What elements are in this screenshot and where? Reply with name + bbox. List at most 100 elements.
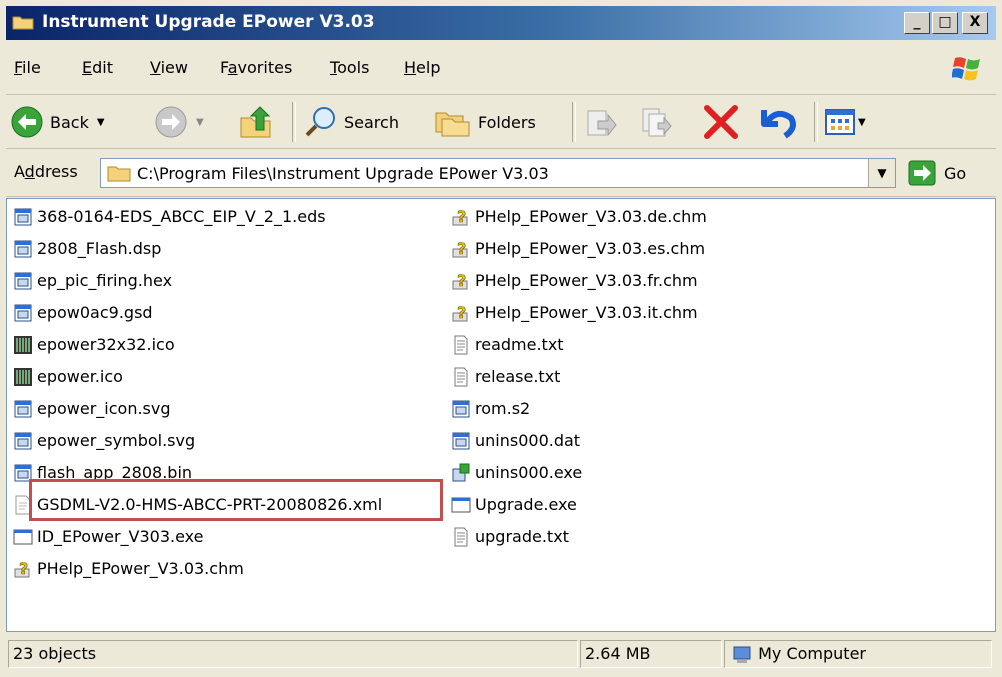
status-zone: My Computer: [724, 640, 992, 668]
go-arrow-icon: [908, 160, 936, 186]
back-dropdown-icon[interactable]: ▼: [97, 117, 105, 128]
toolbar: Back ▼ ▼ Search Folders ▼: [6, 96, 996, 149]
forward-arrow-icon: [155, 106, 187, 138]
svg-text:?: ?: [457, 303, 466, 322]
folders-button[interactable]: Folders: [434, 102, 536, 142]
file-name: 2808_Flash.dsp: [37, 239, 162, 258]
file-item[interactable]: epower32x32.ico: [13, 329, 175, 360]
address-dropdown-button[interactable]: ▼: [868, 159, 895, 187]
file-item[interactable]: ? PHelp_EPower_V3.03.de.chm: [451, 201, 707, 232]
folders-icon: [435, 112, 470, 137]
menu-edit[interactable]: Edit: [82, 58, 113, 77]
file-item[interactable]: ID_EPower_V303.exe: [13, 521, 203, 552]
my-computer-icon: [733, 646, 751, 663]
generic-file-icon: [14, 240, 32, 257]
back-arrow-icon: [11, 106, 43, 138]
menu-file[interactable]: File: [14, 58, 41, 77]
file-item[interactable]: epow0ac9.gsd: [13, 297, 153, 328]
icon-file-icon: [14, 367, 32, 386]
file-name: PHelp_EPower_V3.03.fr.chm: [475, 271, 698, 290]
exe-file-icon: [13, 529, 33, 544]
address-label: Address: [14, 162, 78, 181]
undo-button[interactable]: [758, 102, 798, 142]
up-folder-button[interactable]: [238, 102, 274, 142]
file-name: readme.txt: [475, 335, 564, 354]
file-name: release.txt: [475, 367, 561, 386]
toolbar-separator: [572, 102, 576, 142]
file-item[interactable]: ? PHelp_EPower_V3.03.fr.chm: [451, 265, 698, 296]
generic-file-icon: [452, 432, 470, 449]
file-item[interactable]: epower_symbol.svg: [13, 425, 195, 456]
file-name: upgrade.txt: [475, 527, 569, 546]
copy-to-button[interactable]: [640, 102, 674, 142]
views-icon: [825, 109, 855, 135]
exe-file-icon: [451, 497, 471, 512]
file-item[interactable]: ep_pic_firing.hex: [13, 265, 172, 296]
file-item[interactable]: epower_icon.svg: [13, 393, 171, 424]
status-object-count: 23 objects: [8, 640, 578, 668]
file-item[interactable]: 368-0164-EDS_ABCC_EIP_V_2_1.eds: [13, 201, 326, 232]
file-item[interactable]: epower.ico: [13, 361, 123, 392]
help-file-icon: ?: [452, 207, 468, 226]
help-file-icon: ?: [452, 303, 468, 322]
generic-file-icon: [14, 432, 32, 449]
file-name: epow0ac9.gsd: [37, 303, 153, 322]
back-button[interactable]: Back ▼: [10, 102, 105, 142]
views-dropdown-icon[interactable]: ▼: [858, 117, 866, 128]
file-item[interactable]: rom.s2: [451, 393, 530, 424]
file-item[interactable]: release.txt: [451, 361, 560, 392]
svg-text:?: ?: [19, 559, 28, 578]
file-list-pane[interactable]: 368-0164-EDS_ABCC_EIP_V_2_1.eds 2808_Flas…: [6, 198, 996, 632]
close-button[interactable]: X: [962, 12, 988, 34]
menu-favorites[interactable]: Favorites: [220, 58, 292, 77]
menu-help[interactable]: Help: [404, 58, 440, 77]
address-input[interactable]: C:\Program Files\Instrument Upgrade EPow…: [100, 158, 896, 188]
svg-text:?: ?: [457, 239, 466, 258]
file-item[interactable]: ? PHelp_EPower_V3.03.chm: [13, 553, 244, 584]
file-name: unins000.dat: [475, 431, 581, 450]
delete-x-icon: [704, 105, 738, 139]
text-file-icon: [454, 367, 468, 386]
status-bar: 23 objects 2.64 MB My Computer: [6, 636, 996, 672]
file-item[interactable]: 2808_Flash.dsp: [13, 233, 161, 264]
file-name: PHelp_EPower_V3.03.es.chm: [475, 239, 706, 258]
file-name: unins000.exe: [475, 463, 583, 482]
file-item[interactable]: ? PHelp_EPower_V3.03.it.chm: [451, 297, 698, 328]
menu-view[interactable]: View: [150, 58, 188, 77]
file-item[interactable]: upgrade.txt: [451, 521, 569, 552]
go-button[interactable]: Go: [908, 160, 966, 186]
move-to-button[interactable]: [584, 102, 618, 142]
file-item[interactable]: readme.txt: [451, 329, 564, 360]
views-button[interactable]: ▼: [824, 102, 866, 142]
forward-dropdown-icon[interactable]: ▼: [196, 117, 204, 128]
search-button[interactable]: Search: [304, 102, 399, 142]
file-name: PHelp_EPower_V3.03.de.chm: [475, 207, 707, 226]
generic-file-icon: [452, 400, 470, 417]
file-item[interactable]: Upgrade.exe: [451, 489, 577, 520]
folder-icon: [107, 166, 131, 182]
generic-file-icon: [14, 304, 32, 321]
delete-button[interactable]: [702, 102, 740, 142]
title-bar[interactable]: Instrument Upgrade EPower V3.03 _ □ X: [6, 6, 996, 40]
file-name: epower.ico: [37, 367, 123, 386]
file-name: ID_EPower_V303.exe: [37, 527, 204, 546]
file-item[interactable]: unins000.exe: [451, 457, 582, 488]
file-name: rom.s2: [475, 399, 531, 418]
file-name: ep_pic_firing.hex: [37, 271, 173, 290]
folder-icon: [12, 16, 34, 30]
chevron-down-icon: ▼: [877, 166, 887, 180]
help-file-icon: ?: [452, 239, 468, 258]
status-size: 2.64 MB: [580, 640, 722, 668]
copy-to-icon: [642, 108, 672, 137]
file-item[interactable]: ? PHelp_EPower_V3.03.es.chm: [451, 233, 705, 264]
file-name: PHelp_EPower_V3.03.chm: [37, 559, 244, 578]
forward-button[interactable]: ▼: [154, 102, 204, 142]
file-item[interactable]: unins000.dat: [451, 425, 580, 456]
help-file-icon: ?: [14, 559, 30, 578]
menu-tools[interactable]: Tools: [330, 58, 369, 77]
file-name: Upgrade.exe: [475, 495, 577, 514]
windows-logo-icon: [952, 57, 980, 81]
minimize-button[interactable]: _: [904, 12, 930, 34]
menu-bar: File Edit View Favorites Tools Help: [6, 42, 996, 95]
maximize-button[interactable]: □: [932, 12, 958, 34]
